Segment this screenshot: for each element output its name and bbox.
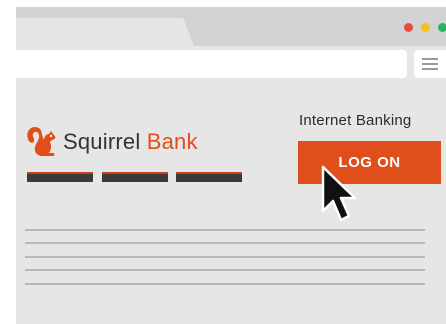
content-line: [25, 256, 425, 258]
minimize-window-icon[interactable]: [421, 23, 430, 32]
log-on-button[interactable]: LOG ON: [298, 141, 441, 184]
nav-item-1[interactable]: [27, 172, 93, 182]
internet-banking-label: Internet Banking: [299, 112, 412, 129]
nav-item-2[interactable]: [102, 172, 168, 182]
brand-name: Squirrel Bank: [63, 129, 198, 155]
mouse-pointer-icon: [321, 165, 357, 222]
maximize-window-icon[interactable]: [438, 23, 446, 32]
content-line: [25, 229, 425, 231]
content-line: [25, 269, 425, 271]
close-window-icon[interactable]: [404, 23, 413, 32]
hamburger-menu-icon[interactable]: [414, 50, 446, 78]
menu-line: [422, 68, 438, 70]
address-bar[interactable]: [16, 50, 407, 78]
browser-tab[interactable]: [16, 18, 194, 46]
brand-name-part1: Squirrel: [63, 129, 141, 154]
squirrel-icon: [27, 127, 56, 156]
menu-line: [422, 63, 438, 65]
nav-item-3[interactable]: [176, 172, 242, 182]
menu-line: [422, 58, 438, 60]
content-line: [25, 283, 425, 285]
brand-name-part2: Bank: [146, 129, 198, 154]
site-logo[interactable]: Squirrel Bank: [25, 122, 198, 162]
content-line: [25, 242, 425, 244]
